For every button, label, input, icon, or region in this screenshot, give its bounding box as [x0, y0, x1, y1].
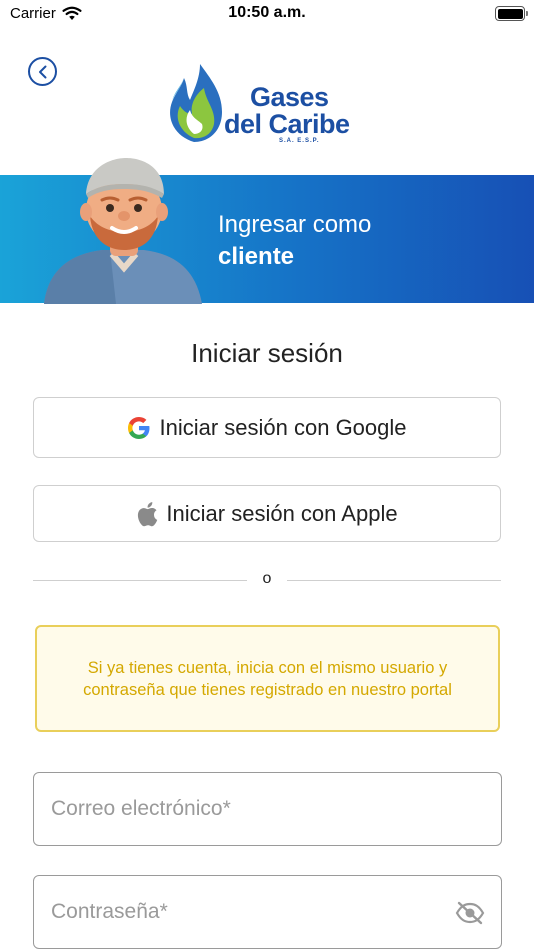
google-icon — [128, 416, 150, 439]
flame-logo-icon — [170, 64, 222, 142]
banner-text: Ingresar como cliente — [218, 209, 371, 273]
banner-line1: Ingresar como — [218, 211, 372, 238]
logo-wordmark: Gases del Caribe S.A. E.S.P. — [224, 82, 350, 145]
avatar-illustration — [44, 158, 202, 304]
password-field-container — [33, 875, 502, 949]
logo-line1: Gases — [250, 82, 329, 112]
email-field[interactable] — [34, 773, 501, 845]
apple-signin-button[interactable]: Iniciar sesión con Apple — [33, 485, 501, 542]
notice-text: Si ya tienes cuenta, inicia con el mismo… — [83, 658, 452, 699]
banner-line2: cliente — [218, 243, 295, 270]
email-field-container — [33, 772, 502, 846]
divider-line-right — [287, 580, 501, 581]
company-logo: Gases del Caribe S.A. E.S.P. — [164, 62, 374, 152]
account-notice: Si ya tienes cuenta, inicia con el mismo… — [35, 625, 500, 732]
login-title: Iniciar sesión — [191, 338, 343, 368]
password-field[interactable] — [34, 876, 501, 948]
logo-line2: del Caribe — [224, 109, 350, 139]
apple-signin-label: Iniciar sesión con Apple — [166, 500, 398, 526]
eye-off-icon[interactable] — [455, 901, 485, 925]
back-button[interactable] — [28, 57, 57, 86]
status-time: 10:50 a.m. — [228, 4, 306, 21]
google-signin-button[interactable]: Iniciar sesión con Google — [33, 397, 501, 458]
or-divider: o — [33, 570, 501, 590]
apple-icon — [138, 501, 158, 526]
chevron-left-icon — [38, 65, 46, 78]
google-signin-label: Iniciar sesión con Google — [159, 414, 407, 440]
divider-text: o — [262, 570, 272, 587]
status-bar: Carrier 10:50 a.m. — [0, 0, 534, 30]
battery-icon — [495, 6, 528, 21]
